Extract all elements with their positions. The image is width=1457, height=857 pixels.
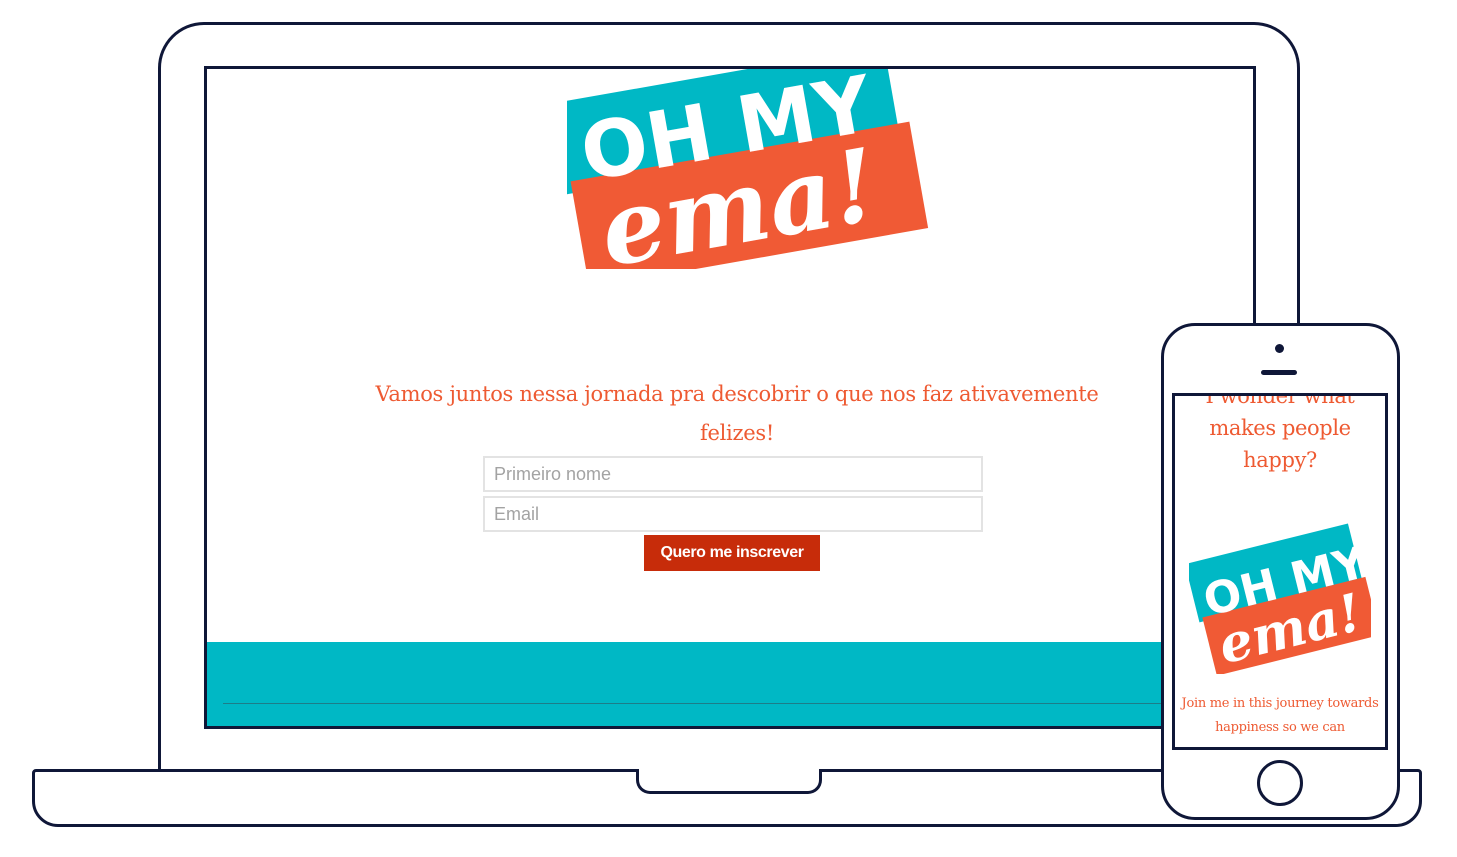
laptop-notch	[636, 769, 822, 794]
phone-heading: I wonder what makes people happy?	[1205, 393, 1355, 472]
subscribe-button[interactable]: Quero me inscrever	[644, 535, 820, 571]
phone-speaker	[1261, 370, 1297, 375]
laptop-screen: OH MY ema! Vamos juntos nessa jornada pr…	[204, 66, 1256, 729]
oh-my-ema-logo-mobile: OH MY ema!	[1184, 514, 1380, 676]
phone-body-text: Join me in this journey towards happines…	[1181, 696, 1379, 735]
phone-camera	[1275, 344, 1284, 353]
phone-home-button[interactable]	[1257, 760, 1303, 806]
first-name-input[interactable]	[483, 456, 983, 492]
footer-band	[207, 642, 1253, 726]
email-input[interactable]	[483, 496, 983, 532]
oh-my-ema-logo: OH MY ema!	[567, 69, 947, 269]
phone-screen: I wonder what makes people happy? OH MY …	[1172, 393, 1388, 750]
tagline: Vamos juntos nessa jornada pra descobrir…	[375, 382, 1099, 445]
footer-divider	[223, 703, 1223, 704]
